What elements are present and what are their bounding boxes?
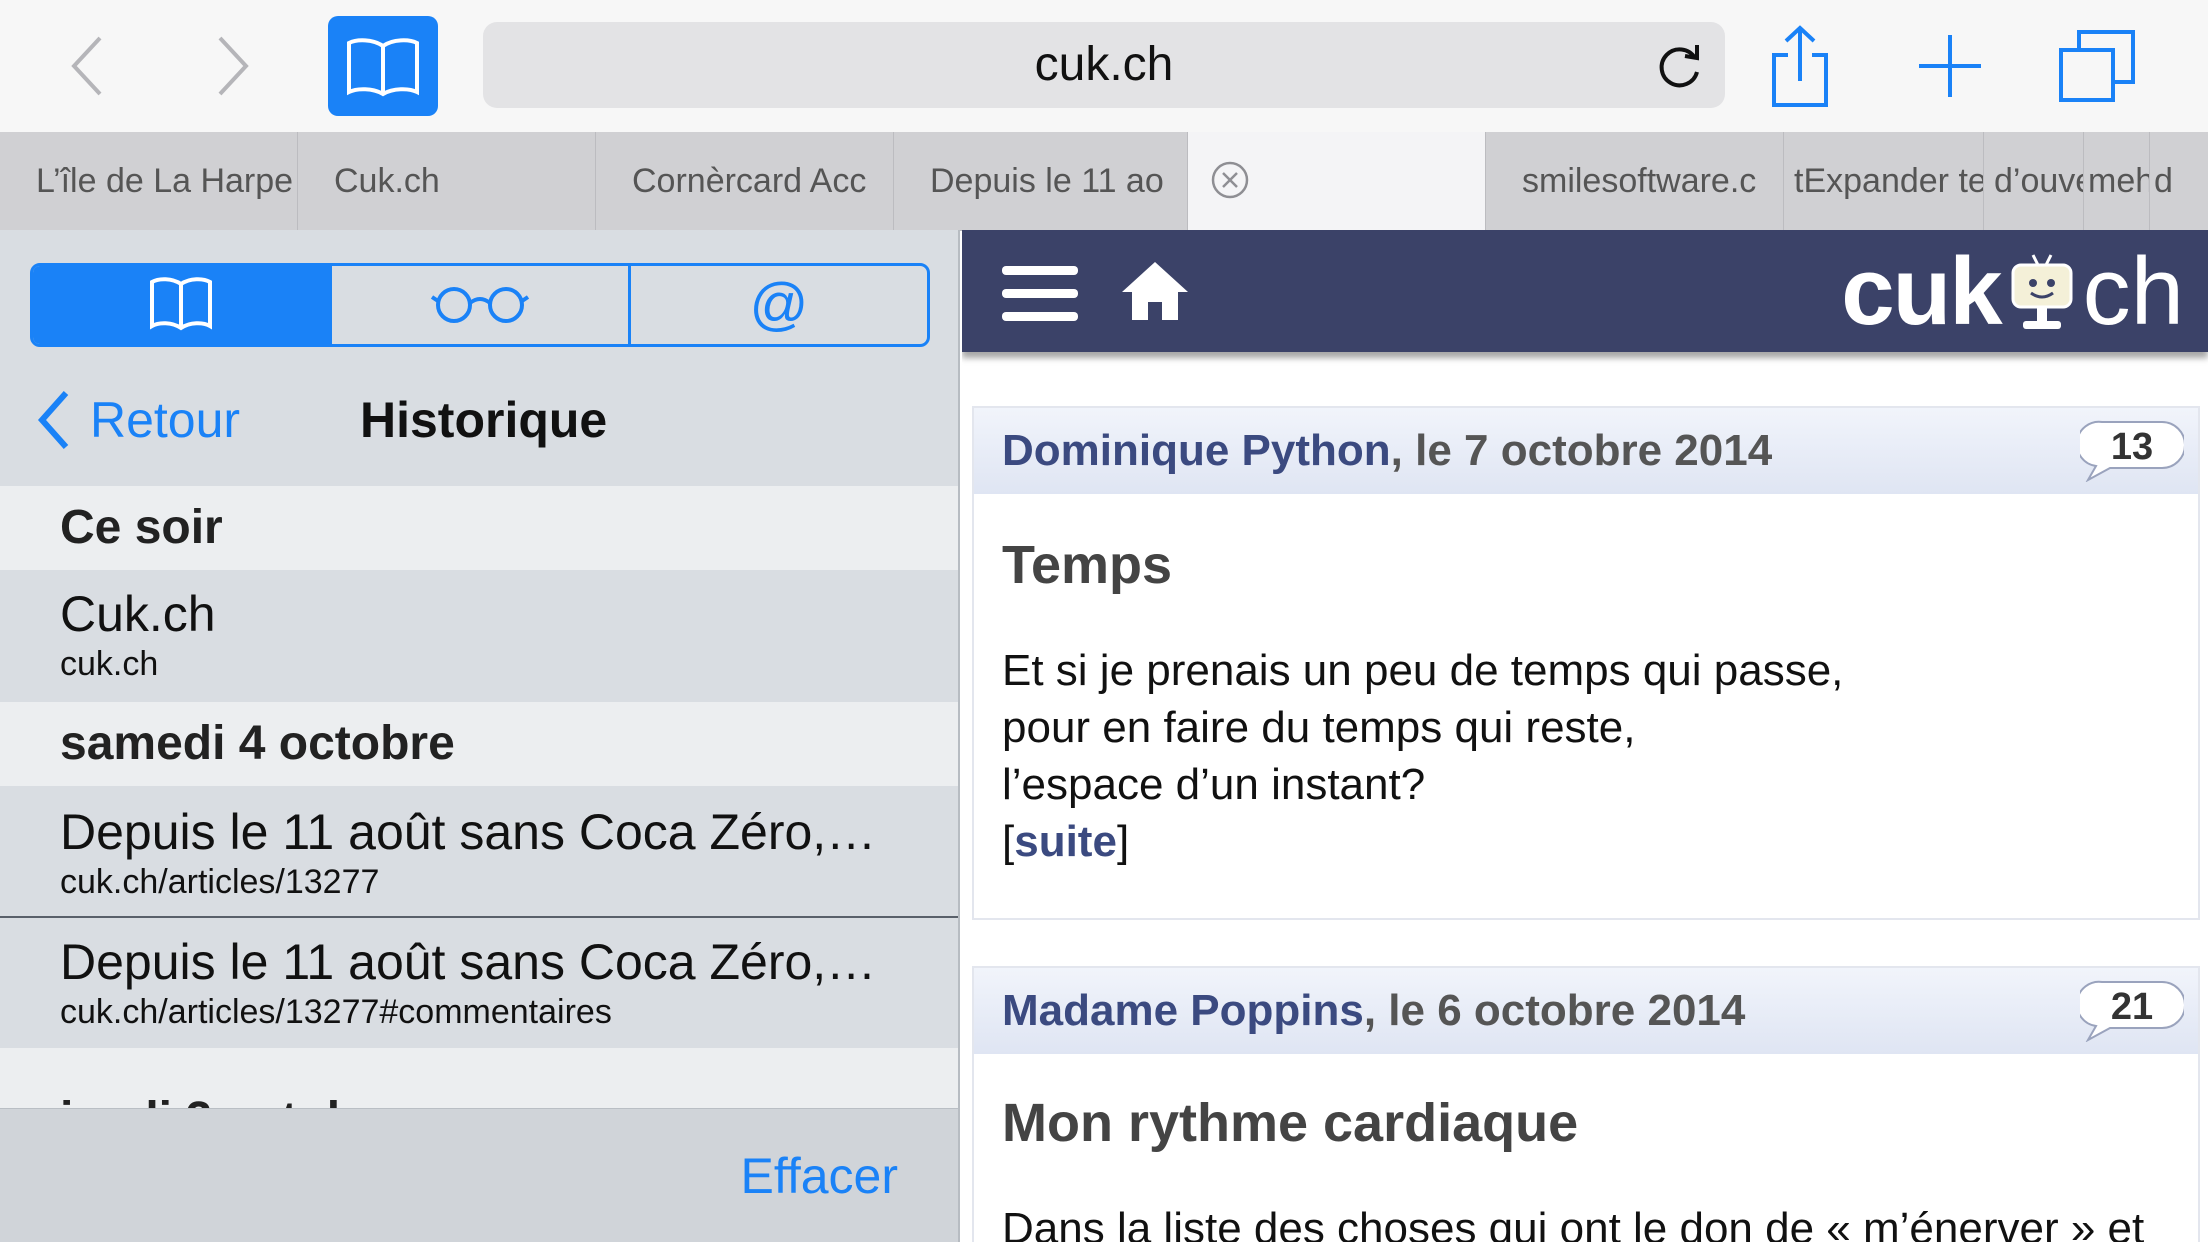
history-item-title: Depuis le 11 août sans Coca Zéro,… bbox=[60, 804, 877, 860]
chevron-left-icon[interactable] bbox=[48, 28, 128, 104]
article-card: Dominique Python, le 7 octobre 2014 13 T… bbox=[972, 406, 2200, 920]
history-item[interactable]: Cuk.ch cuk.ch bbox=[0, 570, 958, 702]
sidebar-segmented-control: @ bbox=[30, 263, 930, 347]
history-item-title: Depuis le 11 août sans Coca Zéro,… bbox=[60, 934, 877, 990]
plus-icon[interactable] bbox=[1910, 26, 1990, 106]
article-title[interactable]: Temps bbox=[1002, 534, 1172, 596]
excerpt-line: l’espace d’un instant? bbox=[1002, 760, 1426, 809]
read-more-link[interactable]: suite bbox=[1014, 817, 1117, 866]
at-sign-icon: @ bbox=[749, 272, 809, 337]
article-title[interactable]: Mon rythme cardiaque bbox=[1002, 1092, 1578, 1154]
site-header: cuk ch bbox=[962, 230, 2208, 352]
article-header: Madame Poppins, le 6 octobre 2014 21 bbox=[974, 968, 2198, 1054]
history-item-url: cuk.ch/articles/13277#commentaires bbox=[60, 993, 612, 1031]
article-author[interactable]: Madame Poppins bbox=[1002, 986, 1364, 1035]
excerpt-line: Dans la liste des choses qui ont le don … bbox=[1002, 1204, 2145, 1242]
share-icon[interactable] bbox=[1760, 22, 1840, 112]
tabs-icon[interactable] bbox=[2052, 26, 2142, 106]
logo-text-left: cuk bbox=[1841, 238, 2002, 345]
article-date: , le 6 octobre 2014 bbox=[1363, 986, 1746, 1035]
tab[interactable]: Cuk.ch bbox=[298, 132, 596, 230]
back-button[interactable]: Retour bbox=[36, 370, 240, 470]
article-meta: Dominique Python, le 7 octobre 2014 bbox=[1002, 408, 1772, 494]
reading-list-segment[interactable] bbox=[332, 266, 631, 344]
history-item[interactable]: Depuis le 11 août sans Coca Zéro,… cuk.c… bbox=[0, 918, 958, 1048]
history-item[interactable]: Depuis le 11 août sans Coca Zéro,… cuk.c… bbox=[0, 786, 958, 916]
clear-history-button[interactable]: Effacer bbox=[741, 1109, 899, 1242]
back-label: Retour bbox=[90, 392, 241, 448]
article-header: Dominique Python, le 7 octobre 2014 13 bbox=[974, 408, 2198, 494]
tab-strip: L’île de La Harpe Cuk.ch Cornèrcard Acc … bbox=[0, 132, 2208, 231]
tab[interactable]: smilesoftware.c bbox=[1486, 132, 1784, 230]
logo-text-right: ch bbox=[2082, 238, 2184, 345]
book-icon[interactable] bbox=[328, 16, 438, 116]
history-sidebar: @ Retour Historique Ce soir Cuk.ch cuk.c… bbox=[0, 230, 960, 1242]
tab[interactable]: tExpander te bbox=[1784, 132, 1984, 230]
excerpt-line: Et si je prenais un peu de temps qui pas… bbox=[1002, 646, 1844, 695]
tab[interactable]: L’île de La Harpe bbox=[0, 132, 298, 230]
home-icon[interactable] bbox=[1120, 260, 1190, 322]
section-heading: samedi 4 octobre bbox=[0, 702, 958, 786]
history-item-url: cuk.ch bbox=[60, 645, 159, 683]
web-content: cuk ch Dominique Python, le 7 octobre 20… bbox=[962, 230, 2208, 1242]
address-bar[interactable]: cuk.ch bbox=[483, 22, 1725, 108]
chevron-left-icon bbox=[37, 391, 69, 449]
sidebar-footer: Effacer bbox=[0, 1108, 958, 1242]
sidebar-title: Historique bbox=[360, 392, 608, 448]
reload-icon[interactable] bbox=[1651, 38, 1707, 94]
article-excerpt: Et si je prenais un peu de temps qui pas… bbox=[1002, 642, 1843, 870]
history-item-title: Cuk.ch bbox=[60, 586, 216, 642]
article-author[interactable]: Dominique Python bbox=[1002, 426, 1391, 475]
book-icon bbox=[146, 274, 216, 337]
bracket-close: ] bbox=[1116, 817, 1130, 866]
article-excerpt: Dans la liste des choses qui ont le don … bbox=[1002, 1200, 2144, 1242]
site-logo[interactable]: cuk ch bbox=[1841, 232, 2184, 352]
glasses-icon bbox=[430, 281, 530, 330]
article-card: Madame Poppins, le 6 octobre 2014 21 Mon… bbox=[972, 966, 2200, 1242]
tab[interactable]: Depuis le 11 ao bbox=[894, 132, 1188, 230]
shared-links-segment[interactable]: @ bbox=[631, 266, 927, 344]
comment-count[interactable]: 13 bbox=[2080, 418, 2184, 474]
excerpt-line: pour en faire du temps qui reste, bbox=[1002, 703, 1636, 752]
browser-toolbar: cuk.ch bbox=[0, 0, 2208, 132]
tab[interactable]: Cornèrcard Acc bbox=[596, 132, 894, 230]
tab[interactable]: d’ouve bbox=[1984, 132, 2084, 230]
history-item-url: cuk.ch/articles/13277 bbox=[60, 863, 380, 901]
sidebar-header: Retour Historique bbox=[0, 370, 958, 470]
comment-count[interactable]: 21 bbox=[2080, 978, 2184, 1034]
close-tab-icon[interactable] bbox=[1210, 160, 1250, 200]
hamburger-menu-icon[interactable] bbox=[1002, 266, 1078, 322]
bookmarks-segment[interactable] bbox=[33, 266, 332, 344]
article-meta: Madame Poppins, le 6 octobre 2014 bbox=[1002, 968, 1745, 1054]
chevron-right-icon[interactable] bbox=[192, 28, 272, 104]
tab[interactable]: mehe bbox=[2084, 132, 2150, 230]
tab[interactable]: d bbox=[2150, 132, 2208, 230]
bracket-open: [ bbox=[1002, 817, 1015, 866]
address-text[interactable]: cuk.ch bbox=[483, 22, 1725, 108]
section-heading: Ce soir bbox=[0, 486, 958, 570]
article-date: , le 7 octobre 2014 bbox=[1390, 426, 1773, 475]
read-more: [suite] bbox=[1002, 813, 1843, 870]
mascot-icon bbox=[2005, 245, 2079, 340]
